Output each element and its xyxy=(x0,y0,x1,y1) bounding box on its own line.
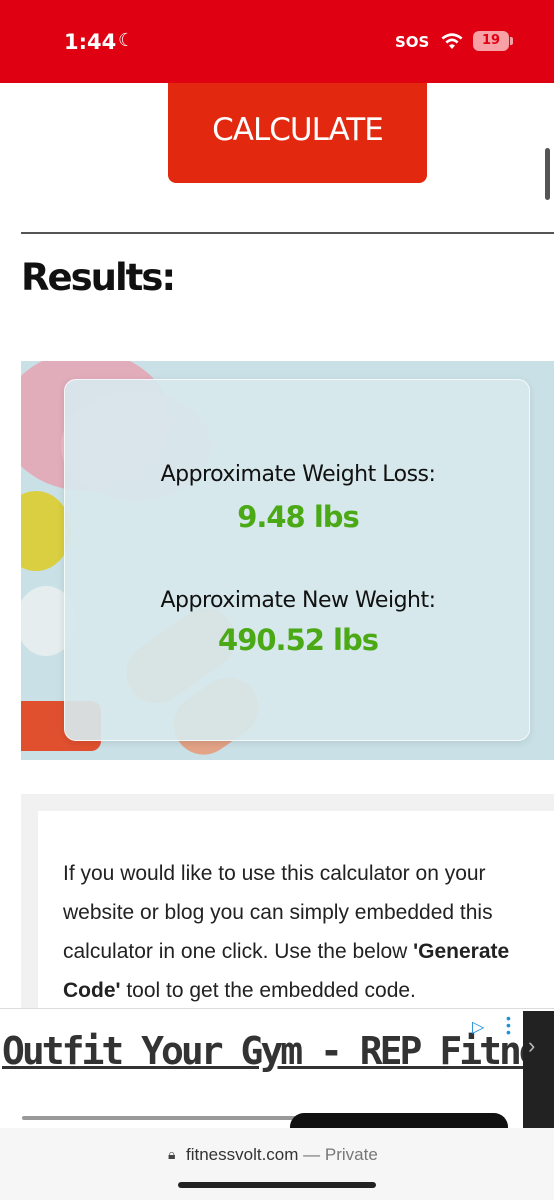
page-scrollbar[interactable] xyxy=(545,148,550,200)
embed-text-after: tool to get the embedded code. xyxy=(120,979,416,1002)
private-mode-label: — Private xyxy=(303,1145,378,1164)
results-card: Approximate Weight Loss: 9.48 lbs Approx… xyxy=(64,379,530,741)
browser-bottom-bar: 🔒︎ fitnessvolt.com — Private xyxy=(0,1128,554,1200)
ad-side-panel xyxy=(523,1011,554,1129)
embed-info-section: If you would like to use this calculator… xyxy=(21,794,554,1008)
ad-banner[interactable]: Outfit Your Gym - REP Fitness ▷ • • • › xyxy=(0,1008,554,1133)
embed-info-text: If you would like to use this calculator… xyxy=(63,854,523,1008)
weight-loss-value: 9.48 lbs xyxy=(237,500,360,534)
address-bar[interactable]: fitnessvolt.com — Private xyxy=(186,1145,378,1165)
web-page: CALCULATE Results: Approximate Weight Lo… xyxy=(0,83,554,1008)
ad-scroll-indicator xyxy=(22,1116,322,1120)
battery-icon: 19 xyxy=(473,31,509,51)
new-weight-label: Approximate New Weight: xyxy=(160,588,436,613)
chevron-right-icon[interactable]: › xyxy=(528,1033,535,1059)
ad-menu-icon[interactable]: • • • xyxy=(506,1011,511,1039)
calculate-button[interactable]: CALCULATE xyxy=(168,83,427,183)
url-text: fitnessvolt.com xyxy=(186,1145,299,1164)
home-indicator[interactable] xyxy=(178,1182,376,1188)
embed-info-panel: If you would like to use this calculator… xyxy=(38,811,554,1008)
sos-indicator: SOS xyxy=(395,33,430,51)
wifi-icon xyxy=(441,33,463,49)
ad-choices-icon[interactable]: ▷ xyxy=(472,1017,484,1037)
status-bar: 1:44 ☾ SOS 19 xyxy=(0,0,554,83)
lock-icon: 🔒︎ xyxy=(168,1146,176,1162)
moon-icon: ☾ xyxy=(118,30,135,50)
new-weight-value: 490.52 lbs xyxy=(218,623,379,657)
battery-tip xyxy=(510,37,513,45)
clock-time: 1:44 xyxy=(64,30,117,54)
results-banner: Approximate Weight Loss: 9.48 lbs Approx… xyxy=(21,361,554,760)
weight-loss-label: Approximate Weight Loss: xyxy=(160,462,436,487)
results-heading: Results: xyxy=(21,256,176,299)
divider xyxy=(21,232,554,234)
